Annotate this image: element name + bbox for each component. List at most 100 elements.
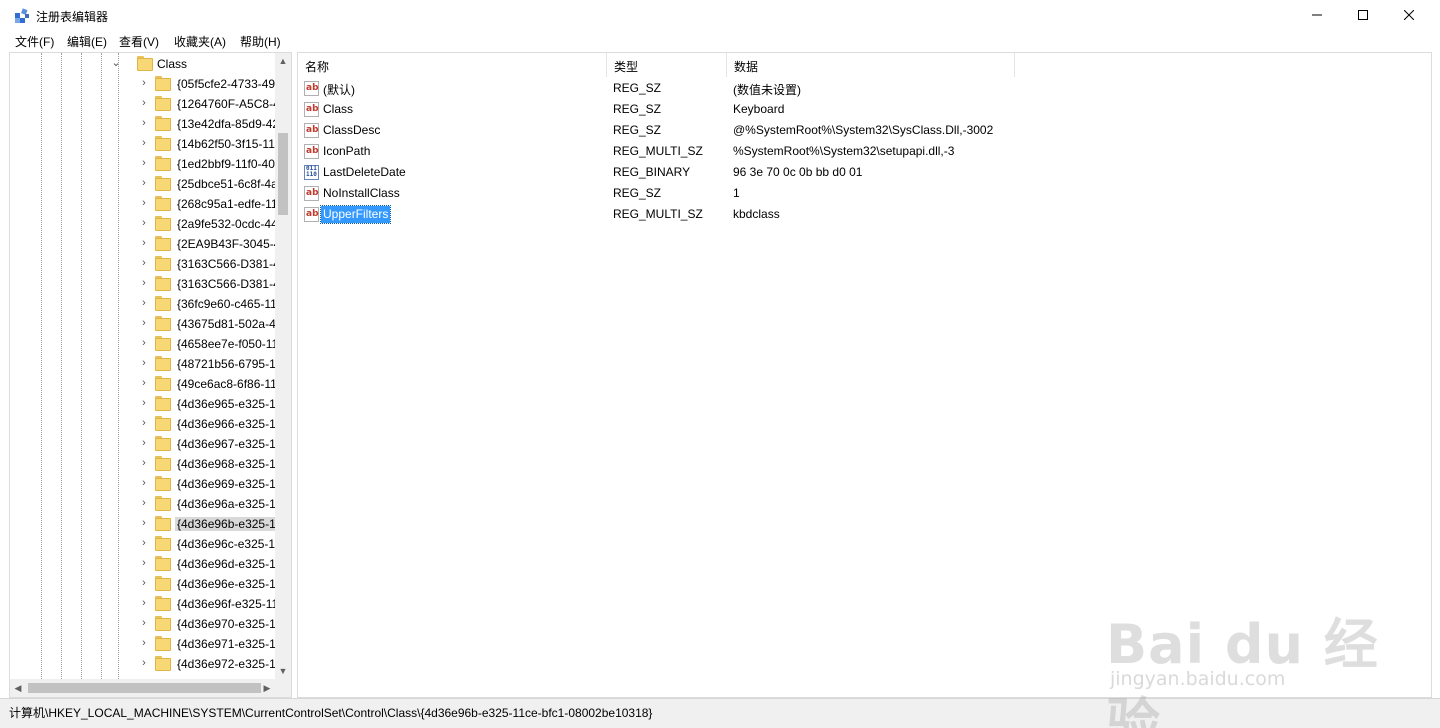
chevron-right-icon[interactable]: › [139,617,149,629]
tree-item[interactable]: › {4d36e967-e325-1 [10,434,276,454]
value-row[interactable]: ab UpperFilters REG_MULTI_SZ kbdclass [298,204,1418,225]
chevron-right-icon[interactable]: › [139,457,149,469]
chevron-right-icon[interactable]: › [139,477,149,489]
chevron-right-icon[interactable]: › [139,137,149,149]
chevron-right-icon[interactable]: › [139,537,149,549]
tree-item[interactable]: › {2EA9B43F-3045-4 [10,234,276,254]
chevron-right-icon[interactable]: › [139,377,149,389]
menu-favorites[interactable]: 收藏夹(A) [174,33,226,50]
chevron-right-icon[interactable]: › [139,577,149,589]
tree-item[interactable]: › {4d36e966-e325-1 [10,414,276,434]
tree-item[interactable]: › {4d36e96d-e325-1 [10,554,276,574]
tree-item[interactable]: › {1264760F-A5C8-4 [10,94,276,114]
chevron-down-icon[interactable]: ⌄ [111,57,121,69]
value-row[interactable]: ab ClassDesc REG_SZ @%SystemRoot%\System32\… [298,120,1418,141]
scroll-left-arrow-icon[interactable]: ◀ [10,679,26,697]
chevron-right-icon[interactable]: › [139,357,149,369]
tree-item[interactable]: › {268c95a1-edfe-11 [10,194,276,214]
tree-item[interactable]: › {4d36e96a-e325-1 [10,494,276,514]
tree-item-label: {4d36e96b-e325-1 [175,517,276,531]
values-pane[interactable]: 名称 类型 数据 ab (默认) REG_SZ (数值未设置) ab Class REG_S… [297,52,1432,698]
scroll-thumb[interactable] [28,683,261,693]
chevron-right-icon[interactable]: › [139,417,149,429]
maximize-icon [1358,10,1368,20]
tree-item[interactable]: › {43675d81-502a-4 [10,314,276,334]
chevron-right-icon[interactable]: › [139,117,149,129]
chevron-right-icon[interactable]: › [139,217,149,229]
column-header-type[interactable]: 类型 [607,53,727,77]
chevron-right-icon[interactable]: › [139,437,149,449]
key-tree-pane[interactable]: ⌄ Class › {05f5cfe2-4733-495 › {1264760F-A5… [9,52,292,698]
chevron-right-icon[interactable]: › [139,397,149,409]
minimize-button[interactable] [1294,0,1340,30]
column-header-data[interactable]: 数据 [727,53,1015,77]
chevron-right-icon[interactable]: › [139,237,149,249]
tree-vertical-scrollbar[interactable]: ▲ ▼ [275,53,291,679]
chevron-right-icon[interactable]: › [139,657,149,669]
chevron-right-icon[interactable]: › [139,197,149,209]
chevron-right-icon[interactable]: › [139,337,149,349]
tree-item[interactable]: › {3163C566-D381-4 [10,254,276,274]
menu-edit[interactable]: 编辑(E) [67,33,107,50]
chevron-right-icon[interactable]: › [139,637,149,649]
tree-item[interactable]: › {3163C566-D381-4 [10,274,276,294]
chevron-right-icon[interactable]: › [139,77,149,89]
value-row[interactable]: ab (默认) REG_SZ (数值未设置) [298,78,1418,99]
value-row[interactable]: 011 110 LastDeleteDate REG_BINARY 96 3e 70 0… [298,162,1418,183]
menu-file[interactable]: 文件(F) [15,33,54,50]
chevron-right-icon[interactable]: › [139,177,149,189]
tree-item[interactable]: › {05f5cfe2-4733-495 [10,74,276,94]
key-tree: ⌄ Class › {05f5cfe2-4733-495 › {1264760F-A5… [10,53,276,679]
tree-item[interactable]: › {36fc9e60-c465-11 [10,294,276,314]
window-title: 注册表编辑器 [36,10,109,24]
scroll-down-arrow-icon[interactable]: ▼ [275,663,291,679]
tree-item[interactable]: › {4d36e969-e325-1 [10,474,276,494]
tree-item[interactable]: › {49ce6ac8-6f86-11 [10,374,276,394]
value-data: @%SystemRoot%\System32\SysClass.Dll,-300… [733,123,994,137]
chevron-right-icon[interactable]: › [139,497,149,509]
chevron-right-icon[interactable]: › [139,97,149,109]
tree-item[interactable]: › {4d36e971-e325-1 [10,634,276,654]
chevron-right-icon[interactable]: › [139,557,149,569]
scroll-thumb[interactable] [278,133,288,215]
scroll-up-arrow-icon[interactable]: ▲ [275,53,291,69]
tree-item[interactable]: › {4d36e968-e325-1 [10,454,276,474]
scroll-right-arrow-icon[interactable]: ▶ [259,679,275,697]
chevron-right-icon[interactable]: › [139,517,149,529]
tree-item-class[interactable]: ⌄ Class [10,54,276,74]
column-header-name[interactable]: 名称 [298,53,607,77]
chevron-right-icon[interactable]: › [139,597,149,609]
tree-item[interactable]: › {4d36e970-e325-1 [10,614,276,634]
tree-item[interactable]: › {14b62f50-3f15-11 [10,134,276,154]
menu-help[interactable]: 帮助(H) [240,33,281,50]
folder-icon [155,536,171,551]
chevron-right-icon[interactable]: › [139,157,149,169]
tree-item[interactable]: › {4d36e972-e325-1 [10,654,276,674]
menu-view[interactable]: 查看(V) [119,33,159,50]
tree-item[interactable]: › {13e42dfa-85d9-42 [10,114,276,134]
maximize-button[interactable] [1340,0,1386,30]
string-value-icon: ab [304,123,319,138]
chevron-right-icon[interactable]: › [139,257,149,269]
tree-item-label: {4d36e968-e325-1 [177,457,276,471]
tree-item[interactable]: › {48721b56-6795-1 [10,354,276,374]
value-row[interactable]: ab Class REG_SZ Keyboard [298,99,1418,120]
tree-horizontal-scrollbar[interactable]: ◀ ▶ [10,679,291,697]
chevron-right-icon[interactable]: › [139,317,149,329]
close-button[interactable] [1386,0,1432,30]
tree-item[interactable]: › {4658ee7e-f050-11 [10,334,276,354]
value-row[interactable]: ab NoInstallClass REG_SZ 1 [298,183,1418,204]
tree-item[interactable]: › {1ed2bbf9-11f0-40 [10,154,276,174]
tree-item[interactable]: › {2a9fe532-0cdc-44 [10,214,276,234]
folder-icon [155,596,171,611]
tree-item[interactable]: › {4d36e96e-e325-1 [10,574,276,594]
chevron-right-icon[interactable]: › [139,277,149,289]
tree-item[interactable]: › {4d36e96f-e325-11 [10,594,276,614]
chevron-right-icon[interactable]: › [139,297,149,309]
tree-item[interactable]: › {4d36e965-e325-1 [10,394,276,414]
tree-item-label: {4d36e967-e325-1 [177,437,276,451]
tree-item[interactable]: › {25dbce51-6c8f-4a [10,174,276,194]
tree-item[interactable]: › {4d36e96b-e325-1 [10,514,276,534]
value-row[interactable]: ab IconPath REG_MULTI_SZ %SystemRoot%\Syste… [298,141,1418,162]
tree-item[interactable]: › {4d36e96c-e325-1 [10,534,276,554]
